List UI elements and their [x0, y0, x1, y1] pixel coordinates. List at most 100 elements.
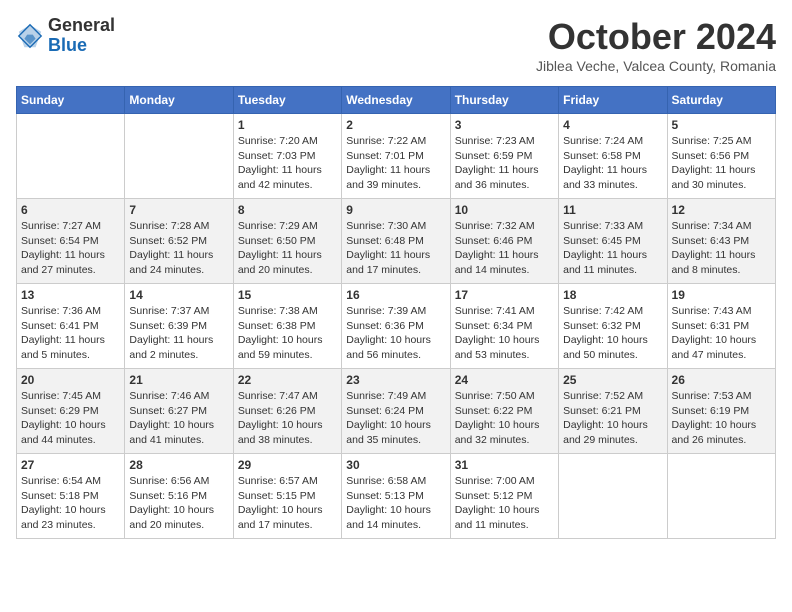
day-number: 30 — [346, 458, 445, 472]
day-info: Sunrise: 7:00 AM Sunset: 5:12 PM Dayligh… — [455, 474, 554, 533]
week-row-2: 6 Sunrise: 7:27 AM Sunset: 6:54 PM Daylig… — [17, 199, 776, 284]
day-cell: 19 Sunrise: 7:43 AM Sunset: 6:31 PM Dayli… — [667, 284, 775, 369]
column-header-monday: Monday — [125, 87, 233, 114]
day-number: 11 — [563, 203, 662, 217]
column-header-sunday: Sunday — [17, 87, 125, 114]
day-cell: 4 Sunrise: 7:24 AM Sunset: 6:58 PM Daylig… — [559, 114, 667, 199]
column-header-wednesday: Wednesday — [342, 87, 450, 114]
day-info: Sunrise: 7:29 AM Sunset: 6:50 PM Dayligh… — [238, 219, 337, 278]
day-number: 27 — [21, 458, 120, 472]
week-row-3: 13 Sunrise: 7:36 AM Sunset: 6:41 PM Dayli… — [17, 284, 776, 369]
day-info: Sunrise: 7:36 AM Sunset: 6:41 PM Dayligh… — [21, 304, 120, 363]
day-cell: 10Sunrise: 7:32 AM Sunset: 6:46 PM Dayli… — [450, 199, 558, 284]
day-cell: 27 Sunrise: 6:54 AM Sunset: 5:18 PM Dayli… — [17, 454, 125, 539]
day-cell: 13 Sunrise: 7:36 AM Sunset: 6:41 PM Dayli… — [17, 284, 125, 369]
day-info: Sunrise: 7:38 AM Sunset: 6:38 PM Dayligh… — [238, 304, 337, 363]
day-number: 10 — [455, 203, 554, 217]
day-info: Sunrise: 7:34 AM Sunset: 6:43 PM Dayligh… — [672, 219, 771, 278]
day-number: 25 — [563, 373, 662, 387]
day-cell: 22Sunrise: 7:47 AM Sunset: 6:26 PM Dayli… — [233, 369, 341, 454]
column-header-thursday: Thursday — [450, 87, 558, 114]
day-number: 3 — [455, 118, 554, 132]
day-info: Sunrise: 7:41 AM Sunset: 6:34 PM Dayligh… — [455, 304, 554, 363]
day-number: 6 — [21, 203, 120, 217]
day-number: 7 — [129, 203, 228, 217]
day-info: Sunrise: 7:39 AM Sunset: 6:36 PM Dayligh… — [346, 304, 445, 363]
header-row: SundayMondayTuesdayWednesdayThursdayFrid… — [17, 87, 776, 114]
day-info: Sunrise: 7:27 AM Sunset: 6:54 PM Dayligh… — [21, 219, 120, 278]
week-row-5: 27 Sunrise: 6:54 AM Sunset: 5:18 PM Dayli… — [17, 454, 776, 539]
month-title: October 2024 — [536, 16, 776, 58]
logo-general: General — [48, 15, 115, 35]
day-cell: 31Sunrise: 7:00 AM Sunset: 5:12 PM Dayli… — [450, 454, 558, 539]
day-info: Sunrise: 7:46 AM Sunset: 6:27 PM Dayligh… — [129, 389, 228, 448]
day-info: Sunrise: 6:58 AM Sunset: 5:13 PM Dayligh… — [346, 474, 445, 533]
column-header-saturday: Saturday — [667, 87, 775, 114]
calendar-table: SundayMondayTuesdayWednesdayThursdayFrid… — [16, 86, 776, 539]
day-info: Sunrise: 7:20 AM Sunset: 7:03 PM Dayligh… — [238, 134, 337, 193]
day-cell: 25 Sunrise: 7:52 AM Sunset: 6:21 PM Dayli… — [559, 369, 667, 454]
day-number: 8 — [238, 203, 337, 217]
day-cell: 16 Sunrise: 7:39 AM Sunset: 6:36 PM Dayli… — [342, 284, 450, 369]
day-cell: 28Sunrise: 6:56 AM Sunset: 5:16 PM Dayli… — [125, 454, 233, 539]
day-number: 13 — [21, 288, 120, 302]
column-header-tuesday: Tuesday — [233, 87, 341, 114]
logo-blue: Blue — [48, 35, 87, 55]
column-header-friday: Friday — [559, 87, 667, 114]
day-cell: 6 Sunrise: 7:27 AM Sunset: 6:54 PM Daylig… — [17, 199, 125, 284]
day-number: 14 — [129, 288, 228, 302]
logo: General Blue — [16, 16, 115, 56]
day-number: 5 — [672, 118, 771, 132]
day-number: 4 — [563, 118, 662, 132]
day-cell: 8 Sunrise: 7:29 AM Sunset: 6:50 PM Daylig… — [233, 199, 341, 284]
day-cell: 1 Sunrise: 7:20 AM Sunset: 7:03 PM Daylig… — [233, 114, 341, 199]
day-info: Sunrise: 6:57 AM Sunset: 5:15 PM Dayligh… — [238, 474, 337, 533]
logo-icon — [16, 22, 44, 50]
day-number: 17 — [455, 288, 554, 302]
day-info: Sunrise: 7:24 AM Sunset: 6:58 PM Dayligh… — [563, 134, 662, 193]
day-number: 1 — [238, 118, 337, 132]
day-info: Sunrise: 7:23 AM Sunset: 6:59 PM Dayligh… — [455, 134, 554, 193]
day-number: 26 — [672, 373, 771, 387]
day-info: Sunrise: 7:53 AM Sunset: 6:19 PM Dayligh… — [672, 389, 771, 448]
day-info: Sunrise: 7:52 AM Sunset: 6:21 PM Dayligh… — [563, 389, 662, 448]
day-number: 22 — [238, 373, 337, 387]
location: Jiblea Veche, Valcea County, Romania — [536, 58, 776, 74]
week-row-4: 20 Sunrise: 7:45 AM Sunset: 6:29 PM Dayli… — [17, 369, 776, 454]
day-number: 24 — [455, 373, 554, 387]
day-cell: 24 Sunrise: 7:50 AM Sunset: 6:22 PM Dayli… — [450, 369, 558, 454]
day-cell: 9Sunrise: 7:30 AM Sunset: 6:48 PM Daylig… — [342, 199, 450, 284]
day-cell: 11Sunrise: 7:33 AM Sunset: 6:45 PM Dayli… — [559, 199, 667, 284]
day-info: Sunrise: 7:45 AM Sunset: 6:29 PM Dayligh… — [21, 389, 120, 448]
day-number: 23 — [346, 373, 445, 387]
day-cell: 17 Sunrise: 7:41 AM Sunset: 6:34 PM Dayli… — [450, 284, 558, 369]
day-cell: 18 Sunrise: 7:42 AM Sunset: 6:32 PM Dayli… — [559, 284, 667, 369]
day-cell: 3 Sunrise: 7:23 AM Sunset: 6:59 PM Daylig… — [450, 114, 558, 199]
day-cell: 12 Sunrise: 7:34 AM Sunset: 6:43 PM Dayli… — [667, 199, 775, 284]
day-cell: 23 Sunrise: 7:49 AM Sunset: 6:24 PM Dayli… — [342, 369, 450, 454]
day-number: 9 — [346, 203, 445, 217]
day-number: 12 — [672, 203, 771, 217]
day-number: 20 — [21, 373, 120, 387]
day-cell: 21Sunrise: 7:46 AM Sunset: 6:27 PM Dayli… — [125, 369, 233, 454]
day-number: 28 — [129, 458, 228, 472]
week-row-1: 1 Sunrise: 7:20 AM Sunset: 7:03 PM Daylig… — [17, 114, 776, 199]
day-cell: 26 Sunrise: 7:53 AM Sunset: 6:19 PM Dayli… — [667, 369, 775, 454]
day-number: 29 — [238, 458, 337, 472]
day-cell: 30 Sunrise: 6:58 AM Sunset: 5:13 PM Dayli… — [342, 454, 450, 539]
day-info: Sunrise: 7:50 AM Sunset: 6:22 PM Dayligh… — [455, 389, 554, 448]
day-info: Sunrise: 7:43 AM Sunset: 6:31 PM Dayligh… — [672, 304, 771, 363]
title-block: October 2024 Jiblea Veche, Valcea County… — [536, 16, 776, 74]
day-cell: 14 Sunrise: 7:37 AM Sunset: 6:39 PM Dayli… — [125, 284, 233, 369]
day-info: Sunrise: 6:54 AM Sunset: 5:18 PM Dayligh… — [21, 474, 120, 533]
day-number: 16 — [346, 288, 445, 302]
logo-text: General Blue — [48, 16, 115, 56]
day-number: 18 — [563, 288, 662, 302]
page-header: General Blue October 2024 Jiblea Veche, … — [16, 16, 776, 74]
day-info: Sunrise: 7:49 AM Sunset: 6:24 PM Dayligh… — [346, 389, 445, 448]
day-info: Sunrise: 7:42 AM Sunset: 6:32 PM Dayligh… — [563, 304, 662, 363]
day-cell: 2Sunrise: 7:22 AM Sunset: 7:01 PM Daylig… — [342, 114, 450, 199]
day-number: 2 — [346, 118, 445, 132]
day-info: Sunrise: 7:37 AM Sunset: 6:39 PM Dayligh… — [129, 304, 228, 363]
day-number: 19 — [672, 288, 771, 302]
